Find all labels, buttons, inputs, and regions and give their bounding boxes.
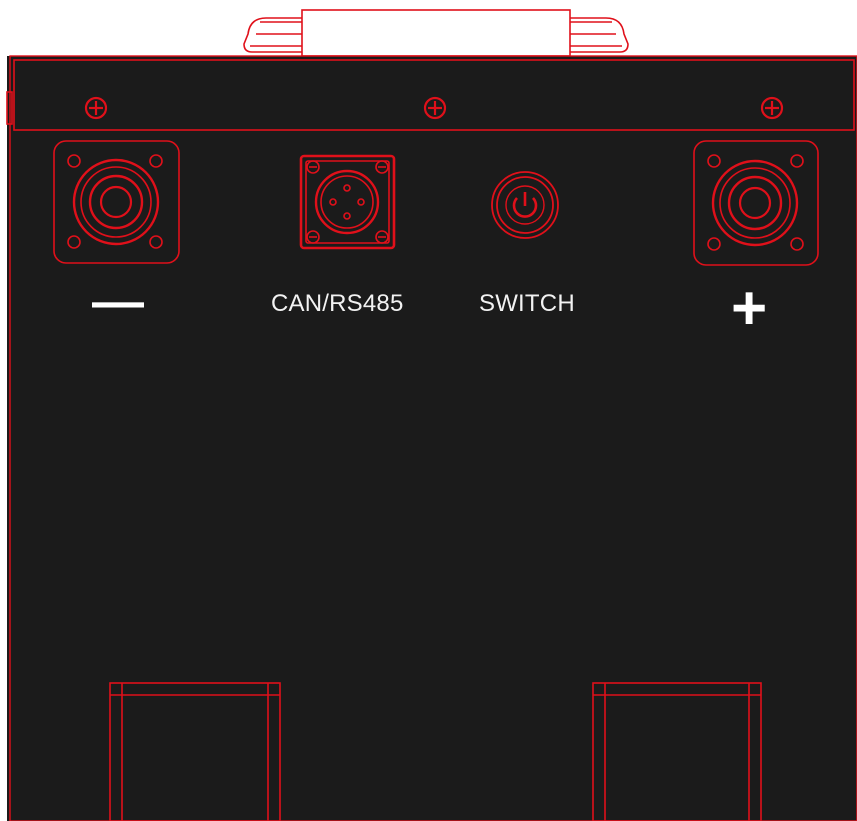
- negative-sign-label: —: [92, 273, 144, 331]
- battery-front-panel: [6, 9, 857, 821]
- can-rs485-label: CAN/RS485: [271, 290, 404, 317]
- positive-sign-label: +: [731, 274, 768, 343]
- screw-icon: [84, 96, 108, 120]
- switch-label: SWITCH: [479, 290, 575, 317]
- carry-handle: [243, 9, 629, 57]
- screw-icon: [760, 96, 784, 120]
- screw-icon: [423, 96, 447, 120]
